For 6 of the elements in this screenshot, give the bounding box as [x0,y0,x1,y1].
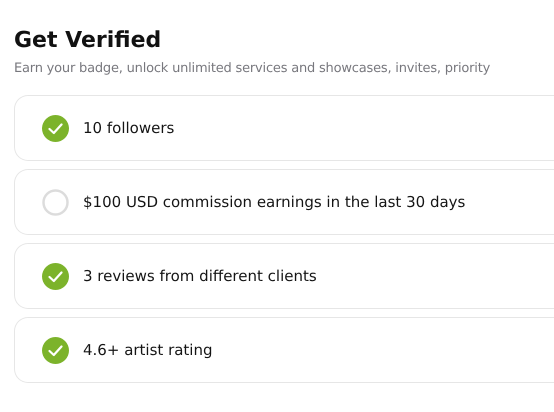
requirement-label: 10 followers [83,119,174,137]
page-subtitle: Earn your badge, unlock unlimited services and showcases, invites, priority [14,60,490,78]
requirement-label: 3 reviews from different clients [83,267,317,285]
requirement-label: $100 USD commission earnings in the last 30 days [83,193,466,211]
requirement-label: 4.6+ artist rating [83,341,212,359]
page-title: Get Verified [14,27,162,55]
